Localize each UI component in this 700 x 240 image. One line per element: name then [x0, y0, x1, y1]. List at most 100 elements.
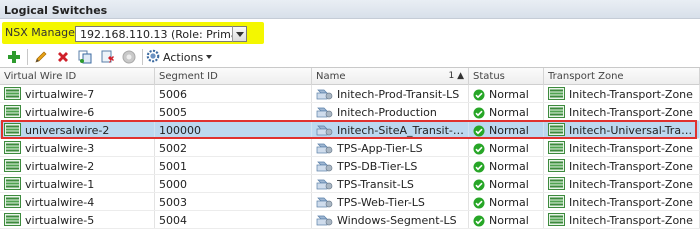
status-text: Normal: [489, 178, 529, 191]
status-cell: Normal: [469, 211, 544, 228]
column-header-virtual-wire-id[interactable]: Virtual Wire ID: [0, 68, 155, 85]
column-header-status[interactable]: Status: [469, 68, 544, 85]
column-header-name[interactable]: Name 1 ▲: [312, 68, 469, 85]
transport-zone-cell: Initech-Transport-Zone: [544, 211, 700, 228]
virtual-wire-id-cell: virtualwire-3: [0, 139, 155, 156]
column-header-label: Segment ID: [159, 71, 218, 82]
toolbar-divider: [27, 49, 28, 65]
transport-zone: Initech-Transport-Zone: [569, 160, 693, 173]
segment-id: 5002: [159, 142, 187, 155]
virtual-wire-id: virtualwire-7: [25, 88, 95, 101]
switch-name: Initech-Prod-Transit-LS: [337, 88, 460, 101]
plus-icon[interactable]: [6, 49, 22, 65]
logical-switch-icon: [4, 141, 21, 156]
transport-zone-cell: Initech-Universal-Transport-...: [544, 121, 700, 138]
grid-header: Virtual Wire ID Segment ID Name 1 ▲ Statu…: [0, 68, 700, 85]
table-row[interactable]: virtualwire-1 5000 TPS-Transit-LS Normal Ini…: [0, 175, 700, 193]
logical-switch-name-icon: [316, 159, 333, 174]
transport-zone: Initech-Transport-Zone: [569, 178, 693, 191]
status-cell: Normal: [469, 193, 544, 210]
disabled-circle-icon: [121, 49, 137, 65]
status-cell: Normal: [469, 157, 544, 174]
nsx-manager-select[interactable]: 192.168.110.13 (Role: Primary): [75, 26, 247, 42]
status-text: Normal: [489, 142, 529, 155]
transport-zone-cell: Initech-Transport-Zone: [544, 175, 700, 192]
table-row[interactable]: universalwire-2 100000 Initech-SiteA_Trans…: [0, 121, 700, 139]
segment-id: 100000: [159, 124, 201, 137]
column-header-label: Name: [316, 71, 346, 82]
table-row[interactable]: virtualwire-3 5002 TPS-App-Tier-LS Normal In…: [0, 139, 700, 157]
status-text: Normal: [489, 106, 529, 119]
transport-zone: Initech-Transport-Zone: [569, 196, 693, 209]
segment-id-cell: 100000: [155, 121, 312, 138]
transport-zone: Initech-Transport-Zone: [569, 88, 693, 101]
table-row[interactable]: virtualwire-4 5003 TPS-Web-Tier-LS Normal In…: [0, 193, 700, 211]
switch-name: Initech-Production: [337, 106, 437, 119]
virtual-wire-id: virtualwire-6: [25, 106, 95, 119]
transport-zone-icon: [548, 141, 565, 156]
transport-zone-icon: [548, 87, 565, 102]
status-ok-icon: [473, 215, 485, 228]
name-cell: Initech-Production: [312, 103, 469, 120]
virtual-wire-id-cell: virtualwire-2: [0, 157, 155, 174]
logical-switch-icon: [4, 123, 21, 138]
toolbar: Actions: [0, 46, 700, 67]
nsx-manager-label: NSX Manager:: [5, 26, 83, 39]
segment-id: 5004: [159, 214, 187, 227]
name-cell: Windows-Segment-LS: [312, 211, 469, 228]
transport-zone-cell: Initech-Transport-Zone: [544, 193, 700, 210]
logical-switches-grid: Virtual Wire ID Segment ID Name 1 ▲ Statu…: [0, 67, 700, 236]
status-ok-icon: [473, 179, 485, 192]
transport-zone-icon: [548, 105, 565, 120]
switch-name: Windows-Segment-LS: [337, 214, 457, 227]
status-cell: Normal: [469, 85, 544, 102]
status-text: Normal: [489, 88, 529, 101]
logical-switch-name-icon: [316, 123, 333, 138]
pencil-icon[interactable]: [33, 49, 49, 65]
chevron-down-icon[interactable]: [232, 26, 247, 42]
segment-id: 5003: [159, 196, 187, 209]
status-cell: Normal: [469, 175, 544, 192]
logical-switch-icon: [4, 177, 21, 192]
nsx-manager-row: NSX Manager: 192.168.110.13 (Role: Prima…: [0, 19, 700, 46]
segment-id-cell: 5000: [155, 175, 312, 192]
name-cell: Initech-SiteA_Transit-ULS: [312, 121, 469, 138]
name-cell: TPS-Transit-LS: [312, 175, 469, 192]
transport-zone-icon: [548, 213, 565, 228]
switch-name: TPS-Web-Tier-LS: [337, 196, 425, 209]
column-header-segment-id[interactable]: Segment ID: [155, 68, 312, 85]
virtual-wire-id: virtualwire-3: [25, 142, 95, 155]
transport-zone-cell: Initech-Transport-Zone: [544, 85, 700, 102]
virtual-wire-id-cell: virtualwire-5: [0, 211, 155, 228]
column-header-transport-zone[interactable]: Transport Zone: [544, 68, 700, 85]
table-row[interactable]: virtualwire-2 5001 TPS-DB-Tier-LS Normal Ini…: [0, 157, 700, 175]
remove-icon[interactable]: [99, 49, 115, 65]
status-ok-icon: [473, 125, 485, 138]
transport-zone-icon: [548, 159, 565, 174]
virtual-wire-id: universalwire-2: [25, 124, 110, 137]
switch-name: TPS-DB-Tier-LS: [337, 160, 418, 173]
transport-zone-cell: Initech-Transport-Zone: [544, 157, 700, 174]
status-text: Normal: [489, 160, 529, 173]
table-row[interactable]: virtualwire-7 5006 Initech-Prod-Transit-LS…: [0, 85, 700, 103]
transport-zone-icon: [548, 195, 565, 210]
actions-menu-button[interactable]: Actions: [146, 49, 213, 65]
column-header-label: Transport Zone: [548, 71, 624, 82]
transport-zone: Initech-Transport-Zone: [569, 142, 693, 155]
transport-zone: Initech-Transport-Zone: [569, 106, 693, 119]
status-ok-icon: [473, 107, 485, 120]
logical-switch-name-icon: [316, 105, 333, 120]
segment-id-cell: 5002: [155, 139, 312, 156]
column-header-label: Status: [473, 71, 505, 82]
column-header-label: Virtual Wire ID: [4, 71, 77, 82]
copy-icon[interactable]: [77, 49, 93, 65]
status-text: Normal: [489, 124, 529, 137]
panel-title: Logical Switches: [0, 0, 700, 19]
delete-x-icon[interactable]: [55, 49, 71, 65]
table-row[interactable]: virtualwire-5 5004 Windows-Segment-LS Norma…: [0, 211, 700, 229]
switch-name: Initech-SiteA_Transit-ULS: [337, 124, 468, 137]
logical-switch-name-icon: [316, 141, 333, 156]
logical-switch-name-icon: [316, 213, 333, 228]
table-row[interactable]: virtualwire-6 5005 Initech-Production Norma…: [0, 103, 700, 121]
logical-switch-name-icon: [316, 87, 333, 102]
